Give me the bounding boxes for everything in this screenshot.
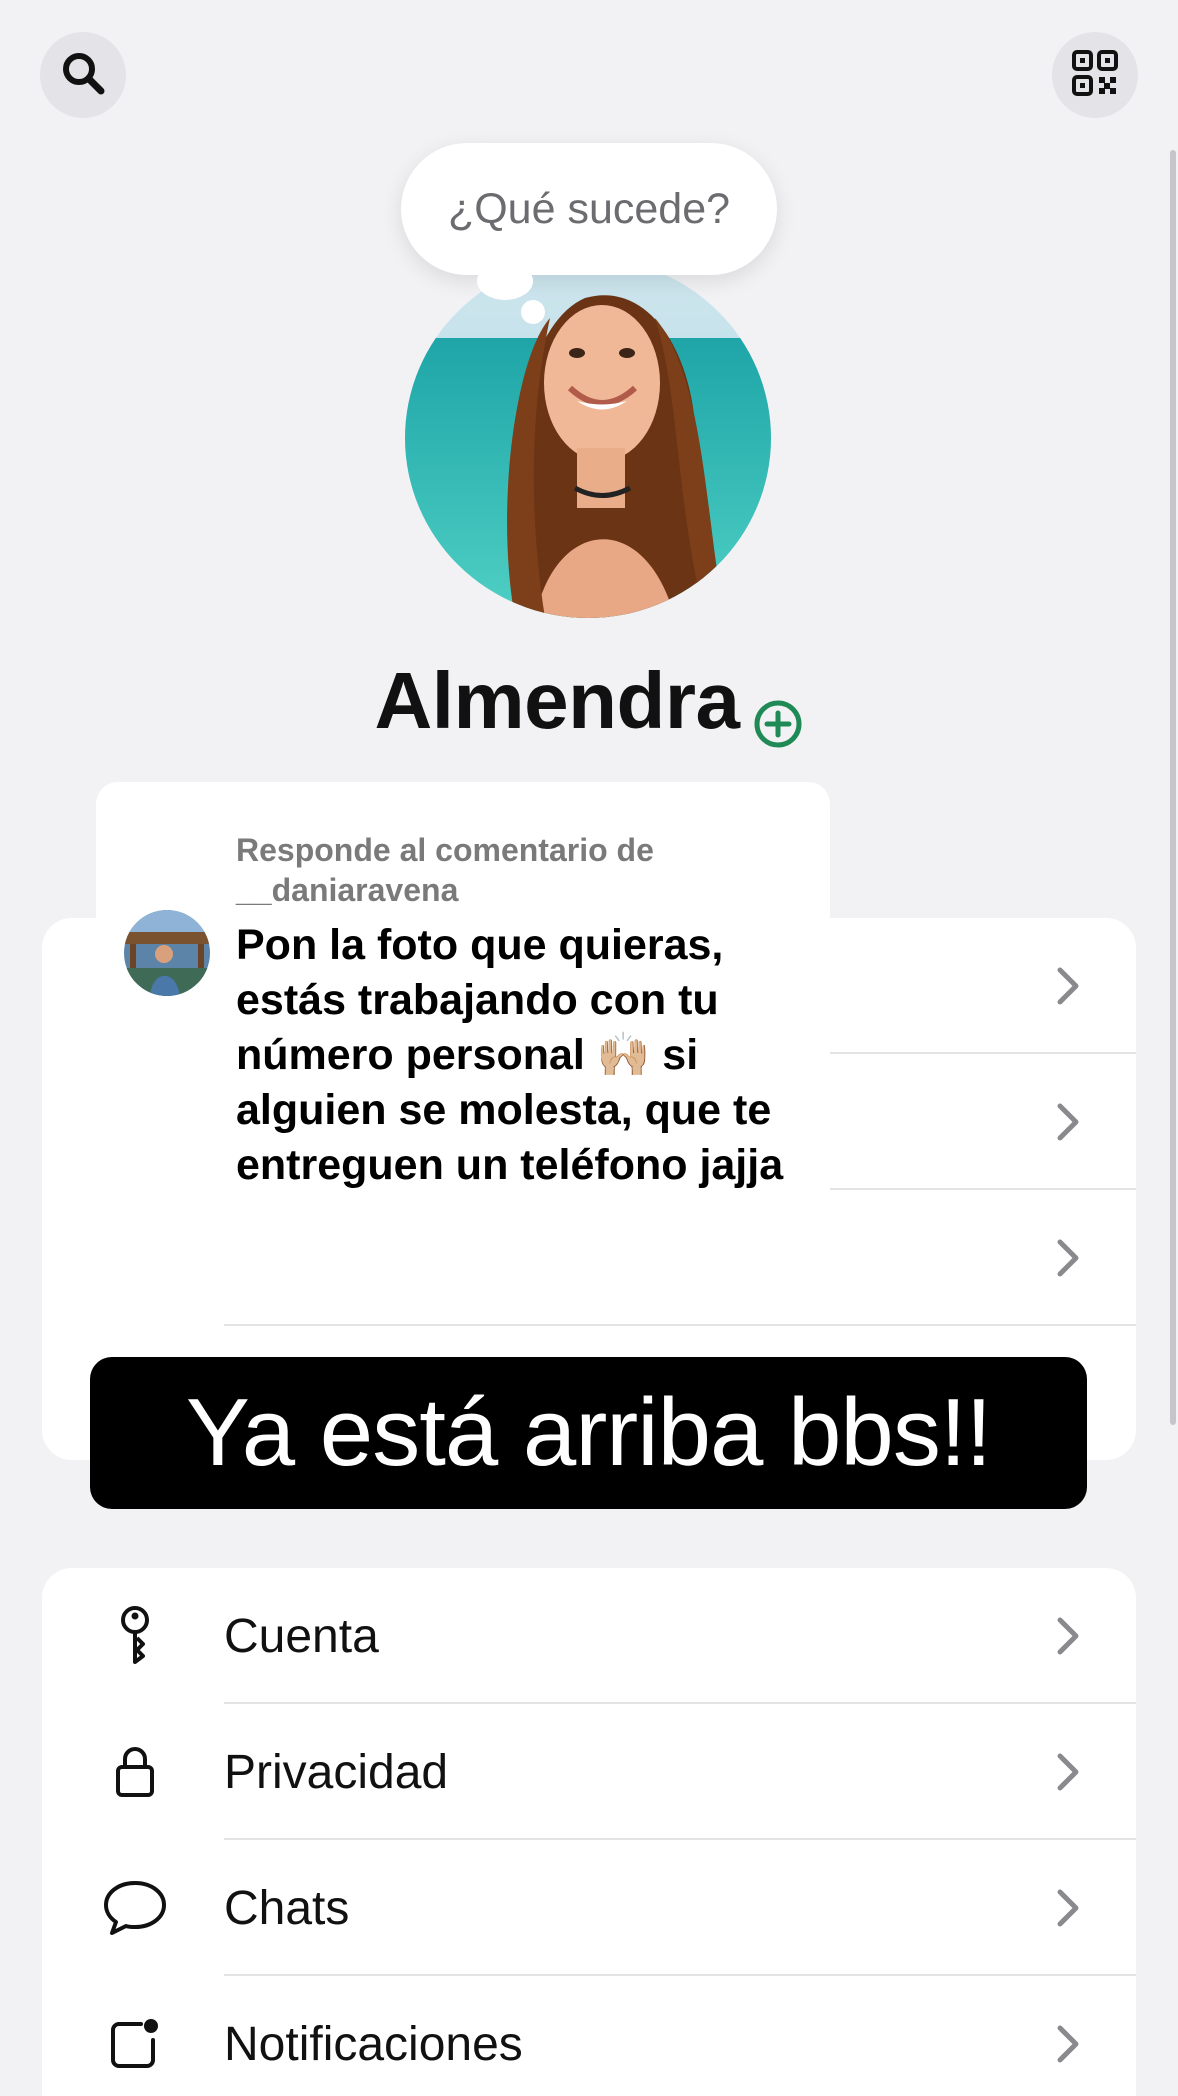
comment-text: Pon la foto que quieras, estás trabajand… xyxy=(236,921,784,1189)
lock-icon xyxy=(100,1737,170,1807)
settings-item-label: Chats xyxy=(224,1881,350,1935)
bubble-tail-dot xyxy=(521,300,545,324)
settings-item-label: Privacidad xyxy=(224,1745,449,1799)
settings-item-chats[interactable]: Chats xyxy=(42,1840,1136,1976)
chevron-right-icon xyxy=(1052,1236,1084,1280)
profile-avatar[interactable] xyxy=(405,258,771,618)
chat-bubble-icon xyxy=(100,1873,170,1943)
commenter-avatar xyxy=(124,910,210,996)
qr-code-button[interactable] xyxy=(1052,32,1138,118)
plus-circle-icon[interactable] xyxy=(753,676,803,748)
chevron-right-icon xyxy=(1052,1614,1084,1658)
chevron-right-icon xyxy=(1052,1750,1084,1794)
chevron-right-icon xyxy=(1052,1100,1084,1144)
comment-reply-header: Responde al comentario de __daniaravena xyxy=(236,832,654,908)
chevron-right-icon xyxy=(1052,2022,1084,2066)
status-prompt-bubble[interactable]: ¿Qué sucede? xyxy=(401,143,777,275)
key-icon xyxy=(100,1601,170,1671)
qr-code-icon xyxy=(1071,49,1119,102)
settings-item-privacy[interactable]: Privacidad xyxy=(42,1704,1136,1840)
chevron-right-icon xyxy=(1052,964,1084,1008)
search-icon xyxy=(58,48,108,103)
row-divider xyxy=(224,1324,1136,1326)
bubble-tail xyxy=(477,262,533,300)
settings-item-account[interactable]: Cuenta xyxy=(42,1568,1136,1704)
scrollbar[interactable] xyxy=(1170,150,1176,1425)
profile-name-row: Almendra xyxy=(0,655,1178,748)
chevron-right-icon xyxy=(1052,1886,1084,1930)
settings-item-label: Notificaciones xyxy=(224,2017,523,2071)
caption-banner: Ya está arriba bbs!! xyxy=(90,1357,1087,1509)
reply-comment-overlay: Responde al comentario de __daniaravena … xyxy=(96,782,830,1282)
settings-item-notifications[interactable]: Notificaciones xyxy=(42,1976,1136,2096)
profile-name: Almendra xyxy=(374,656,740,745)
caption-text: Ya está arriba bbs!! xyxy=(185,1379,992,1486)
search-button[interactable] xyxy=(40,32,126,118)
settings-card: Cuenta Privacidad Chats Notificaciones xyxy=(42,1568,1136,2096)
settings-item-label: Cuenta xyxy=(224,1609,379,1663)
notification-badge-icon xyxy=(100,2009,170,2079)
status-prompt-text: ¿Qué sucede? xyxy=(447,184,731,233)
